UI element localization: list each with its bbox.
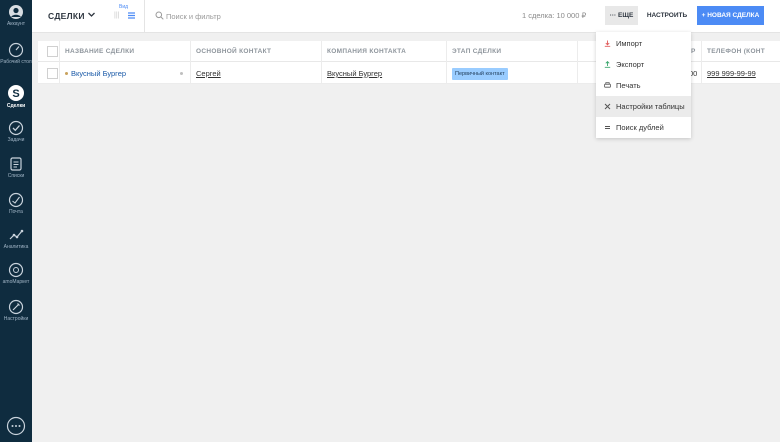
- pipeline-view-icon[interactable]: |||: [114, 12, 119, 19]
- list-view-icon[interactable]: [127, 11, 136, 20]
- sidebar-item-account[interactable]: Аккаунт: [0, 4, 32, 27]
- chat-icon: [6, 416, 26, 436]
- column-header-phone[interactable]: ТЕЛЕФОН (КОНТ: [707, 41, 780, 62]
- sidebar-item-analytics[interactable]: Аналитика: [0, 227, 32, 250]
- company-link[interactable]: Вкусный Бургер: [327, 63, 382, 84]
- chat-button[interactable]: [6, 416, 26, 436]
- sidebar-item-settings[interactable]: Настройки: [0, 299, 32, 322]
- dashboard-icon: [8, 42, 24, 58]
- deal-status-dot: [180, 72, 183, 75]
- menu-item-label: Импорт: [616, 39, 643, 48]
- mail-icon: [8, 192, 24, 208]
- sidebar-item-label: Задачи: [7, 137, 25, 143]
- menu-item-label: Печать: [616, 81, 641, 90]
- deals-summary: 1 сделка: 10 000 ₽: [522, 11, 587, 20]
- contact-link[interactable]: Сергей: [196, 63, 221, 84]
- sidebar-item-label: Почта: [9, 209, 23, 215]
- more-dropdown-menu: Импорт Экспорт Печать Настройки таблицы …: [596, 32, 691, 138]
- sidebar-item-label: Сделки: [6, 103, 26, 109]
- column-header-company[interactable]: КОМПАНИЯ КОНТАКТА: [327, 41, 442, 62]
- column-header-stage[interactable]: ЭТАП СДЕЛКИ: [452, 41, 562, 62]
- sidebar-item-deals[interactable]: S Сделки: [0, 84, 32, 109]
- menu-item-label: Поиск дублей: [616, 123, 664, 132]
- tasks-icon: [8, 120, 24, 136]
- search-icon: [155, 11, 164, 20]
- sidebar-item-label: Списки: [7, 173, 25, 179]
- more-button[interactable]: ··· ЕЩЕ: [605, 6, 638, 25]
- sidebar-item-dashboard[interactable]: Рабочий стол: [0, 42, 32, 65]
- sidebar-item-mail[interactable]: Почта: [0, 192, 32, 215]
- column-header-name[interactable]: НАЗВАНИЕ СДЕЛКИ: [65, 41, 185, 62]
- analytics-icon: [9, 229, 24, 240]
- deal-tag-dot: [65, 72, 68, 75]
- menu-item-print[interactable]: Печать: [596, 75, 691, 96]
- phone-link[interactable]: 999 999-99-99: [707, 63, 756, 84]
- new-deal-button[interactable]: + НОВАЯ СДЕЛКА: [697, 6, 764, 25]
- export-icon: [604, 61, 611, 68]
- menu-item-table-settings[interactable]: Настройки таблицы: [596, 96, 691, 117]
- svg-text:S: S: [12, 88, 19, 100]
- top-bar: СДЕЛКИ Вид ||| 1 сделка: 10 000 ₽ ··· ЕЩ…: [32, 0, 780, 33]
- view-label: Вид: [119, 4, 129, 10]
- sidebar-item-label: Аналитика: [3, 244, 29, 250]
- sidebar-item-market[interactable]: amoМаркет: [0, 262, 32, 285]
- sidebar-item-label: Аккаунт: [6, 21, 26, 27]
- settings-icon: [8, 299, 24, 315]
- menu-item-export[interactable]: Экспорт: [596, 54, 691, 75]
- lists-icon: [10, 157, 22, 171]
- menu-item-import[interactable]: Импорт: [596, 33, 691, 54]
- menu-item-label: Экспорт: [616, 60, 645, 69]
- table-settings-icon: [604, 103, 611, 110]
- deal-name-link[interactable]: Вкусный Бургер: [71, 63, 126, 84]
- search-input[interactable]: [166, 9, 366, 23]
- chevron-down-icon[interactable]: [87, 10, 96, 19]
- sidebar-item-label: Настройки: [3, 316, 29, 322]
- sidebar-item-tasks[interactable]: Задачи: [0, 120, 32, 143]
- sidebar: Аккаунт Рабочий стол S Сделки Задачи Спи…: [0, 0, 32, 442]
- select-all-checkbox[interactable]: [47, 46, 58, 57]
- sidebar-item-label: Рабочий стол: [0, 59, 32, 65]
- page-title[interactable]: СДЕЛКИ: [48, 11, 85, 21]
- setup-button[interactable]: НАСТРОИТЬ: [644, 6, 690, 25]
- import-icon: [604, 40, 611, 47]
- column-header-contact[interactable]: ОСНОВНОЙ КОНТАКТ: [196, 41, 316, 62]
- divider: [144, 0, 145, 33]
- deals-icon: S: [8, 85, 24, 101]
- menu-item-duplicates[interactable]: Поиск дублей: [596, 117, 691, 138]
- market-icon: [8, 262, 24, 278]
- stage-badge[interactable]: Первичный контакт: [452, 68, 508, 80]
- sidebar-item-lists[interactable]: Списки: [0, 156, 32, 179]
- print-icon: [604, 82, 611, 88]
- column-header-budget[interactable]: Р: [691, 41, 701, 62]
- sidebar-item-label: amoМаркет: [2, 279, 30, 285]
- duplicates-icon: [605, 126, 610, 129]
- account-icon: [9, 5, 23, 19]
- menu-item-label: Настройки таблицы: [616, 102, 685, 111]
- row-checkbox[interactable]: [47, 68, 58, 79]
